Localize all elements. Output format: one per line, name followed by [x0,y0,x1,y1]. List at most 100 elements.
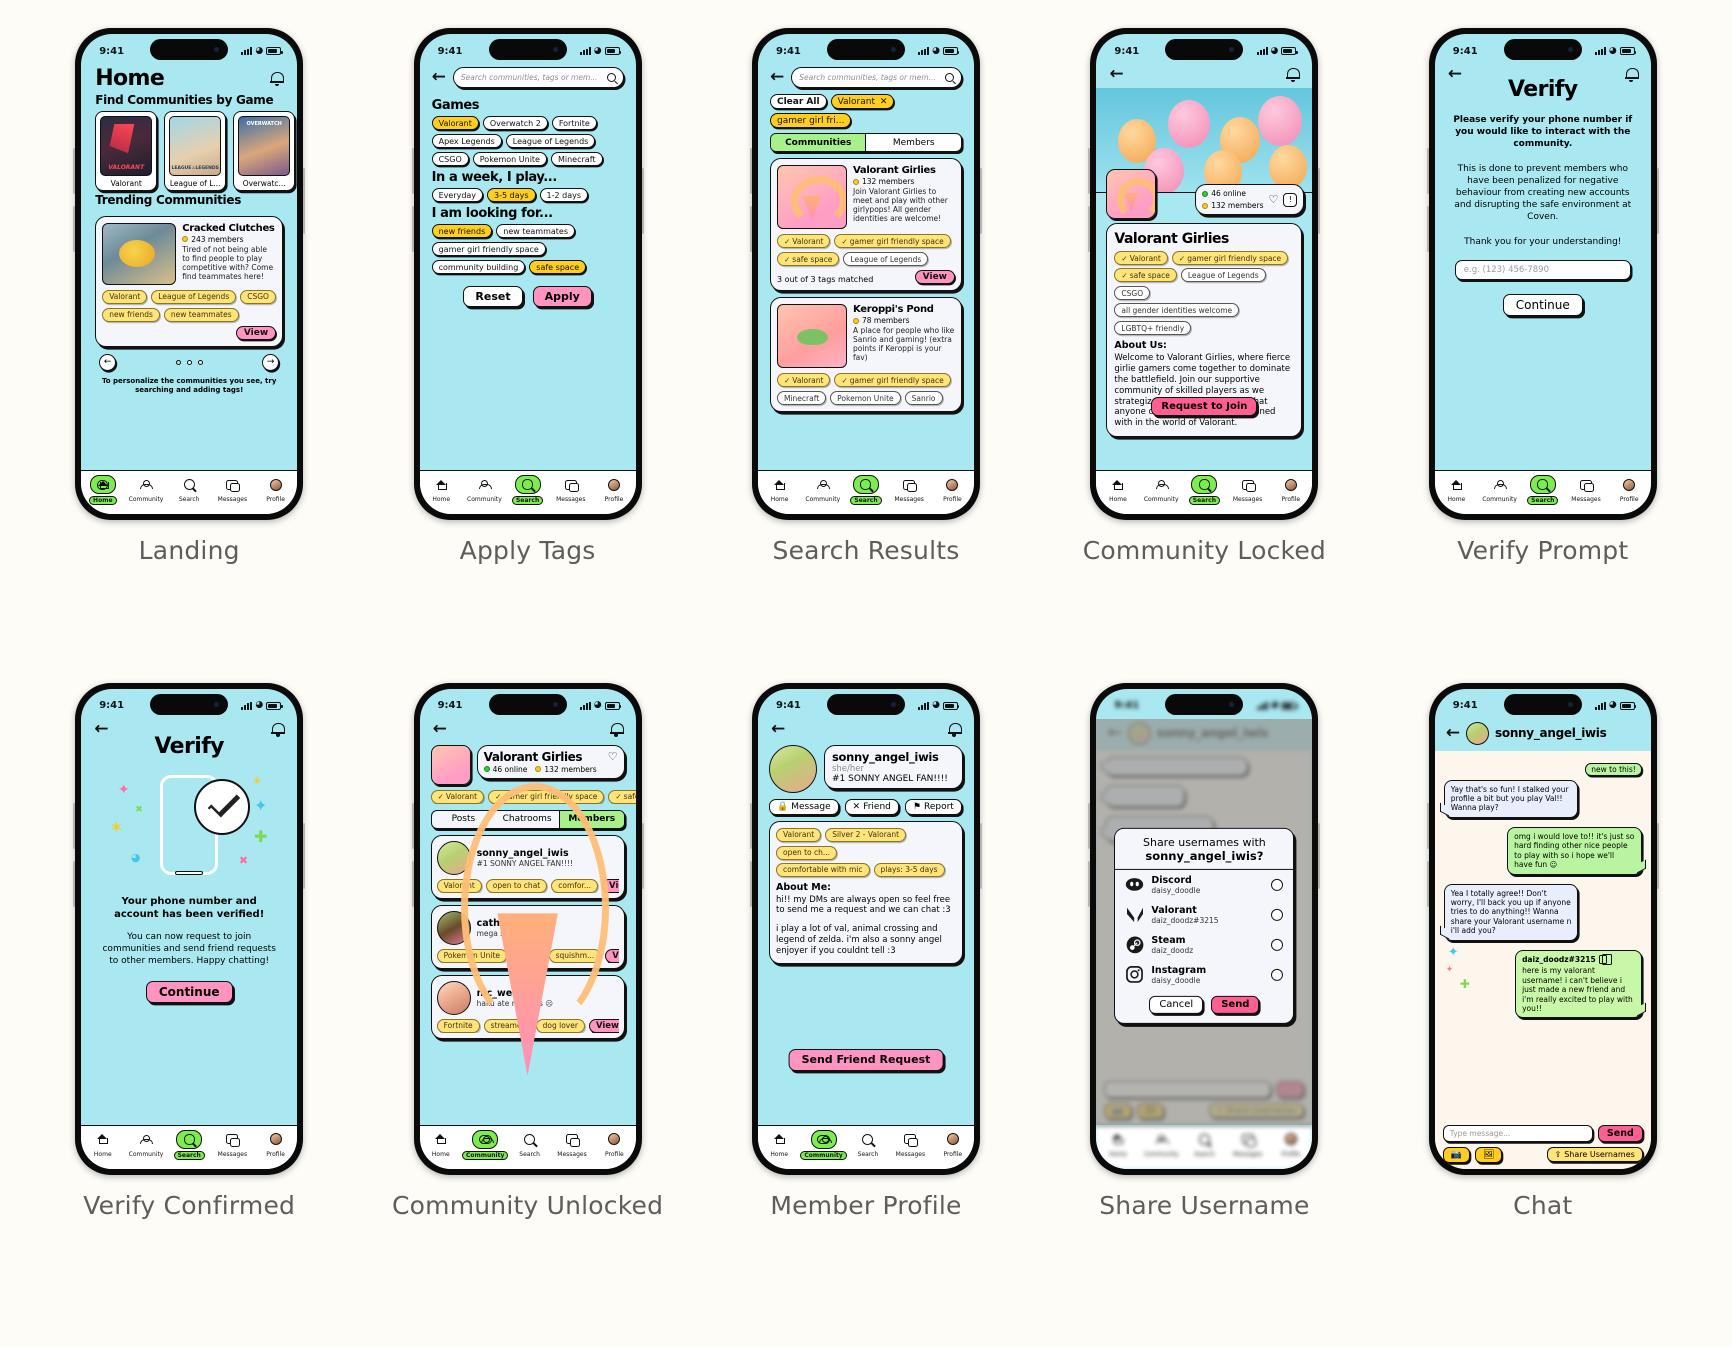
active-filter-chip[interactable]: Valorant ✕ [830,94,895,109]
matched-tag-chip[interactable]: ✓ gamer girl friendly space [834,234,951,248]
tag-option[interactable]: Apex Legends [431,134,502,148]
tag-chip[interactable]: new teammates [163,307,239,322]
tag-group-looking-for[interactable]: new friends new teammates gamer girl fri… [420,224,636,274]
send-button[interactable]: Send [1211,995,1260,1014]
notification-bell-icon[interactable] [271,722,286,737]
tab-communities[interactable]: Communities [770,134,867,151]
radio-button[interactable] [1271,878,1284,891]
tab-community[interactable]: Community [800,1129,847,1160]
tab-messages[interactable]: Messages [1226,1130,1269,1158]
tag-chip[interactable]: League of Legends [151,289,237,304]
tab-profile[interactable]: Profile [931,475,974,503]
tab-profile[interactable]: Profile [1269,1130,1312,1158]
tab-home[interactable]: Home [81,475,124,505]
notification-bell-icon[interactable] [947,722,962,737]
radio-button[interactable] [1271,938,1284,951]
share-option-instagram[interactable]: Instagram daisy_doodle [1115,959,1293,989]
tag-option[interactable]: new teammates [496,224,576,238]
back-button[interactable]: ← [1109,66,1123,83]
send-button[interactable]: Send [1597,1124,1643,1142]
results-tabs[interactable]: Communities Members [769,133,962,152]
notification-bell-icon[interactable] [1624,67,1639,82]
tab-search[interactable]: Search [1521,475,1564,505]
bottom-tab-bar[interactable]: Home Community Search Messages Profile [81,1124,298,1169]
tab-messages[interactable]: Messages [888,475,931,503]
tab-profile[interactable]: Profile [932,1130,974,1158]
message-button[interactable]: 🔒 Message [768,798,839,815]
game-card-lol[interactable]: League of L... [164,111,227,191]
tab-messages[interactable]: Messages [211,1130,254,1158]
tag-chip[interactable]: Silver 2 - Valorant [825,827,907,842]
tab-search[interactable]: Search [168,1129,211,1160]
view-button[interactable]: View [588,1018,619,1033]
tab-home[interactable]: Home [1096,475,1139,503]
radio-button[interactable] [1271,908,1284,921]
matched-tag-chip[interactable]: ✓ safe [608,789,636,804]
search-input[interactable]: Search communities, tags or mem... [452,67,624,88]
bottom-tab-bar[interactable]: Home Community Search Messages Profile [757,1124,974,1169]
tab-community[interactable]: Community [124,475,167,503]
gallery-button[interactable]: 🖼 [1475,1146,1503,1163]
back-button[interactable]: ← [770,69,784,86]
tab-community[interactable]: Community [124,1130,167,1158]
tag-chip[interactable]: comfortable with mic [775,862,870,877]
back-button[interactable]: ← [433,720,447,738]
tag-option[interactable]: Fortnite [551,116,597,130]
tab-community[interactable]: Community [461,1129,509,1160]
tag-chip[interactable]: Minecraft [776,391,827,405]
trending-community-card[interactable]: Cracked Clutches 243 members Tired of no… [95,215,284,347]
tab-home[interactable]: Home [758,475,801,503]
search-input[interactable]: Search communities, tags or mem... [791,67,962,88]
tab-home[interactable]: Home [420,475,463,503]
tag-group-frequency[interactable]: Everyday 3-5 days 1-2 days [420,188,636,202]
tag-group-games[interactable]: Valorant Overwatch 2 Fortnite Apex Legen… [420,116,636,166]
cancel-button[interactable]: Cancel [1149,995,1204,1014]
tag-option[interactable]: Everyday [431,188,484,202]
tag-option[interactable]: 1-2 days [539,188,589,202]
matched-tag-chip[interactable]: ✓ Valorant [776,234,831,248]
radio-button[interactable] [1271,968,1284,981]
matched-tag-chip[interactable]: ✓ gamer girl friendly space [834,373,951,387]
result-card[interactable]: Valorant Girlies 132 members Join Valora… [769,158,962,291]
tag-chip[interactable]: new friends [102,307,160,322]
tag-option[interactable]: Pokemon Unite [472,152,547,166]
tab-profile[interactable]: Profile [1608,475,1651,503]
tab-community[interactable]: Community [1140,475,1183,503]
tag-option[interactable]: CSGO [431,152,469,166]
bottom-tab-bar[interactable]: Home Community Search Messages Profile [419,1124,636,1169]
view-button[interactable]: View [605,948,619,963]
bottom-tab-bar[interactable]: Home Community Search Messages Profile [419,470,636,514]
bottom-tab-bar[interactable]: Home Community Search Messages Profile [1096,1124,1313,1169]
tab-messages[interactable]: Messages [551,1130,593,1158]
tag-chip[interactable]: League of Legends [843,252,929,266]
share-usernames-button[interactable]: ⇪ Share Usernames [1546,1147,1643,1162]
tag-option[interactable]: Valorant [431,116,479,130]
bottom-tab-bar[interactable]: Home Community Search Messages Profile [1434,470,1651,514]
view-button[interactable]: View [235,325,277,340]
bottom-tab-bar[interactable]: Home Community Search Messages Profile [1096,470,1313,514]
tab-home[interactable]: Home [758,1130,800,1158]
tab-profile[interactable]: Profile [1269,475,1312,503]
result-card[interactable]: Keroppi's Pond 78 members A place for pe… [769,297,962,412]
bottom-tab-bar[interactable]: Home Community Search Messages Profile [757,470,974,514]
view-button[interactable]: View [914,270,955,284]
tab-messages[interactable]: Messages [211,475,254,503]
tag-option[interactable]: community building [431,260,526,274]
reset-button[interactable]: Reset [463,286,523,307]
tag-chip[interactable]: open to ch... [775,845,838,860]
tag-chip[interactable]: CSGO [240,289,276,304]
tab-home[interactable]: Home [81,1130,124,1158]
tag-option[interactable]: Overwatch 2 [482,116,548,130]
continue-button[interactable]: Continue [1502,294,1583,317]
favorite-heart-icon[interactable]: ♡ [1269,193,1279,206]
tab-search[interactable]: Search [168,475,211,503]
active-filter-chip[interactable]: gamer girl fri... [769,113,852,128]
tab-search[interactable]: Search [844,475,887,505]
notification-bell-icon[interactable] [1286,67,1301,82]
camera-button[interactable]: 📷 [1442,1146,1470,1163]
carousel-controls[interactable]: ← → [81,347,297,371]
notification-bell-icon[interactable] [270,71,285,86]
report-icon[interactable]: ! [1283,192,1298,207]
tab-messages[interactable]: Messages [1226,475,1269,503]
tab-home[interactable]: Home [1435,475,1478,503]
